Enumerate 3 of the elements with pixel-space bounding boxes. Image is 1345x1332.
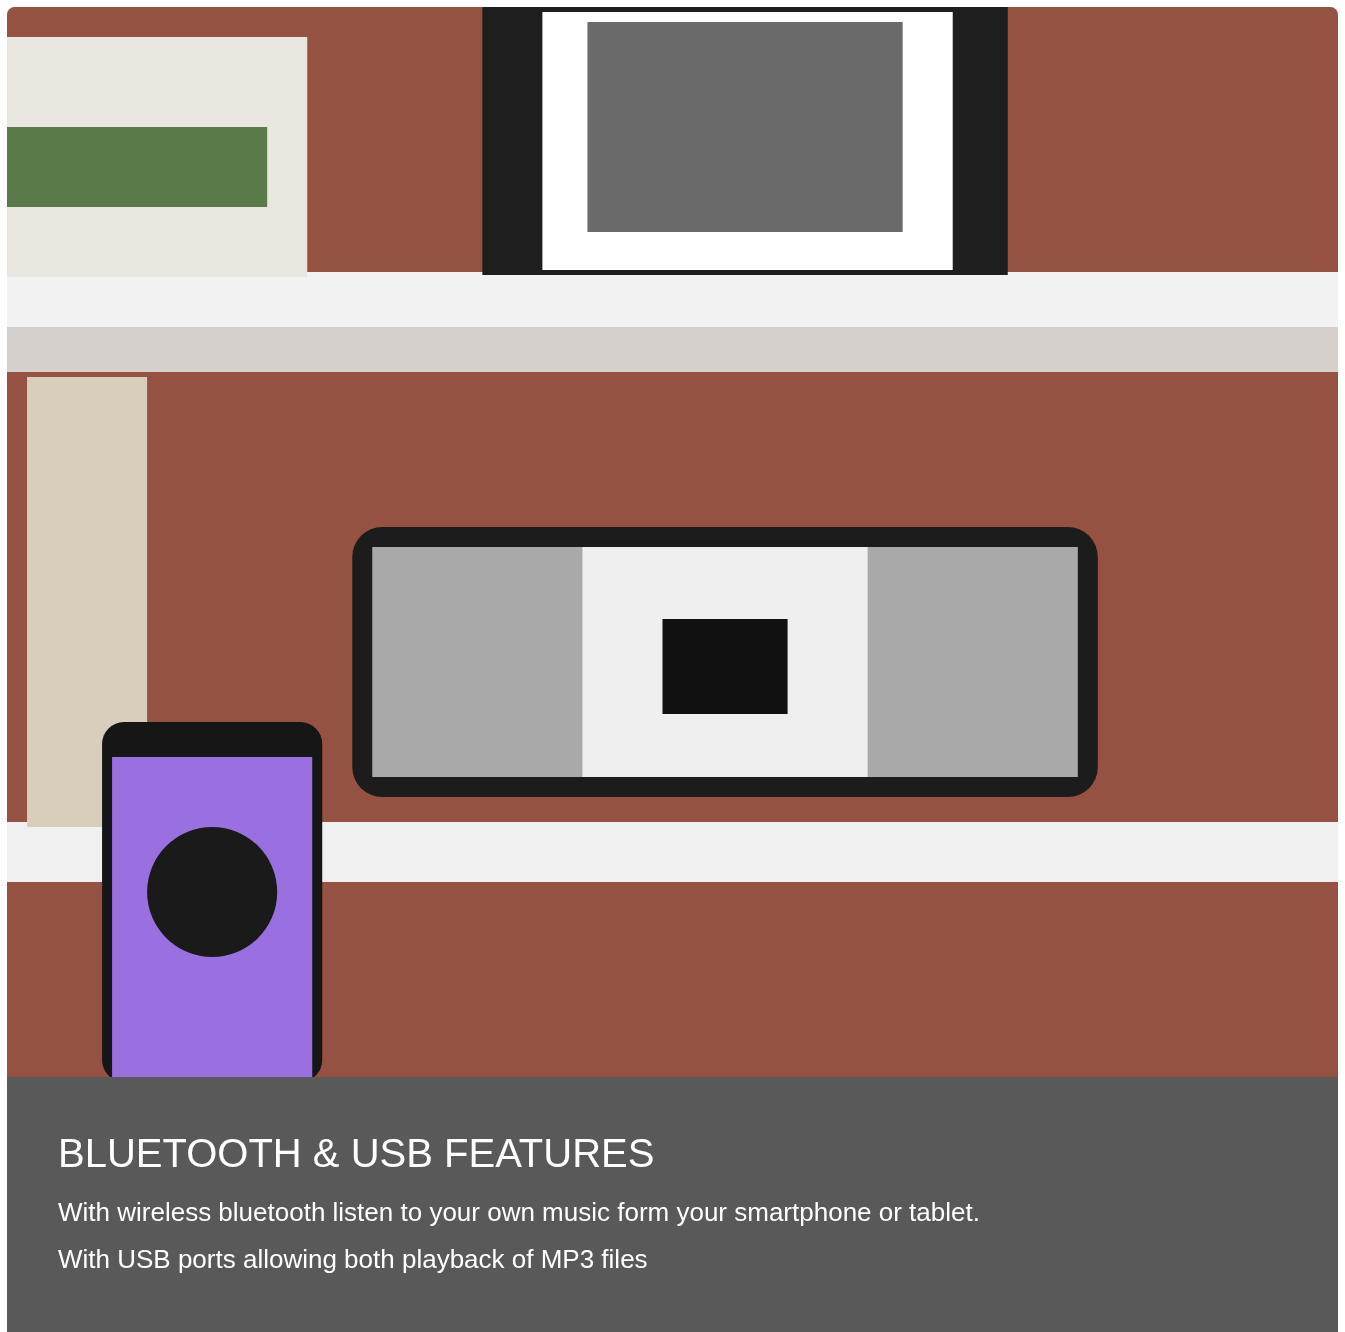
- caption-text: With wireless bluetooth listen to your own music form your smartphone or tablet.: [58, 1196, 981, 1229]
- caption-title: BLUETOOTH & USB FEATURES: [58, 1130, 656, 1177]
- caption-text: With USB ports allowing both playback of MP3 files: [58, 1243, 649, 1276]
